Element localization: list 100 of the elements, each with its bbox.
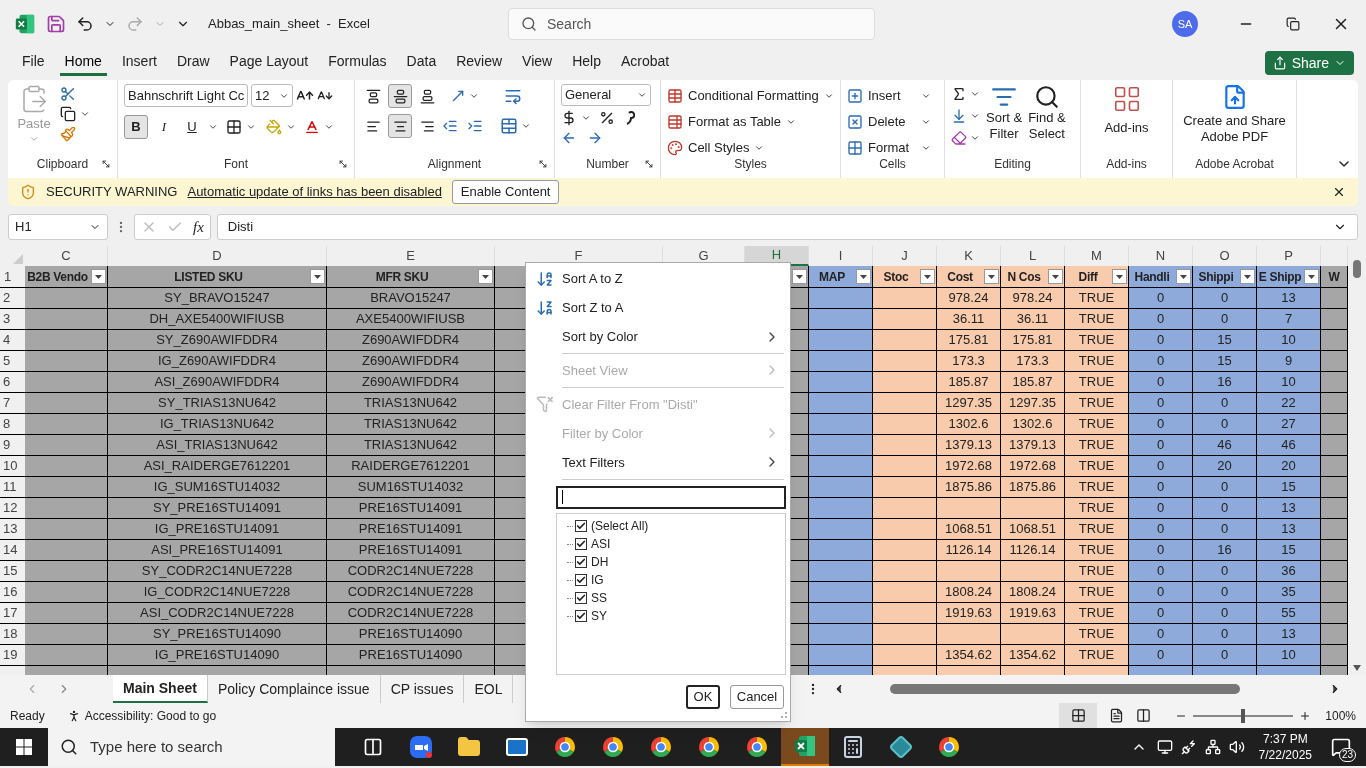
filter-value-checkbox[interactable]: DH	[575, 553, 609, 571]
clock[interactable]: 7:37 PM 7/22/2025	[1254, 731, 1316, 763]
notification-button[interactable]: 23	[1326, 732, 1356, 762]
name-box[interactable]: H1	[8, 214, 108, 240]
search-field[interactable]: Search	[508, 8, 875, 40]
undo-icon[interactable]	[76, 15, 94, 33]
currency-icon[interactable]	[561, 110, 577, 126]
zoom-in-icon[interactable]	[1299, 709, 1312, 722]
insert-function-button[interactable]: fx	[193, 215, 204, 239]
filter-button[interactable]	[1240, 269, 1255, 284]
sort-filter-button[interactable]: Sort & Filter	[986, 84, 1023, 146]
decrease-indent-icon[interactable]	[442, 118, 458, 134]
page-break-icon[interactable]	[1136, 708, 1152, 723]
battery-icon[interactable]	[1180, 739, 1197, 755]
filter-button[interactable]	[478, 269, 493, 284]
borders-icon[interactable]	[226, 119, 242, 135]
filter-value-checkbox[interactable]: SS	[575, 589, 607, 607]
folder-icon[interactable]	[457, 735, 481, 759]
scroll-down-icon[interactable]	[1353, 665, 1361, 671]
filter-value-checkbox[interactable]: IG	[575, 571, 604, 589]
filter-button[interactable]	[1048, 269, 1063, 284]
font-style-button[interactable]: I	[152, 115, 176, 139]
fill-color-icon[interactable]	[266, 119, 282, 135]
spreadsheet-app-icon[interactable]	[793, 734, 817, 758]
add-ins-button[interactable]: Add-ins	[1087, 84, 1166, 138]
copy-icon[interactable]	[60, 106, 76, 122]
resize-grip-icon[interactable]	[780, 711, 788, 719]
menu-item[interactable]: Sort A to Z	[526, 264, 790, 293]
menu-tab[interactable]: Insert	[116, 50, 162, 76]
mail-icon[interactable]	[505, 735, 529, 759]
filter-value-checkbox[interactable]: ASI	[575, 535, 611, 553]
accessibility-status[interactable]: Accessibility: Good to go	[84, 706, 217, 725]
close-icon[interactable]	[1332, 185, 1346, 199]
comma-style-icon[interactable]	[625, 111, 635, 125]
cancel-button[interactable]: Cancel	[730, 685, 784, 709]
start-icon[interactable]	[16, 739, 32, 755]
formula-field[interactable]: Disti	[216, 214, 1358, 240]
volume-icon[interactable]	[1228, 739, 1245, 755]
menu-tab[interactable]: Page Layout	[224, 50, 314, 76]
task-view-icon[interactable]	[363, 737, 383, 757]
menu-tab[interactable]: Data	[401, 50, 442, 76]
filter-button[interactable]	[792, 269, 807, 284]
menu-tab[interactable]: Help	[567, 50, 606, 76]
number-format-field[interactable]: General	[561, 84, 651, 106]
diamond-app-icon[interactable]	[889, 735, 913, 759]
dialog-launcher-icon[interactable]	[101, 159, 111, 169]
sheet-tab[interactable]: Main Sheet	[113, 675, 208, 703]
filter-button[interactable]	[310, 269, 325, 284]
spreadsheet-app-icon[interactable]	[14, 13, 36, 35]
font-name-field[interactable]: Bahnschrift Light Cc	[124, 84, 248, 107]
menu-tab[interactable]: Home	[59, 50, 107, 76]
taskbar-search-field[interactable]: Type here to search	[48, 728, 335, 766]
normal-view-icon[interactable]	[1070, 708, 1086, 723]
menu-tab[interactable]: Draw	[171, 50, 215, 76]
fill-icon[interactable]	[951, 108, 967, 124]
zoom-slider[interactable]	[1193, 708, 1294, 723]
dialog-launcher-icon[interactable]	[538, 159, 548, 169]
menu-tab[interactable]: Review	[451, 50, 508, 76]
enable-content-button[interactable]: Enable Content	[451, 180, 560, 204]
filter-value-checkbox[interactable]: SY	[575, 607, 607, 625]
menu-tab[interactable]: Acrobat	[615, 50, 675, 76]
warning-link[interactable]: Automatic update of links has been disabled	[187, 182, 442, 202]
browser-icon[interactable]	[745, 735, 769, 759]
menu-item[interactable]: Text Filters	[526, 447, 790, 477]
filter-button[interactable]	[1176, 269, 1191, 284]
filter-button[interactable]	[1112, 269, 1127, 284]
avatar[interactable]: SA	[1172, 11, 1198, 37]
share-button[interactable]: Share	[1264, 51, 1354, 75]
filter-button[interactable]	[920, 269, 935, 284]
increase-decimal-icon[interactable]	[561, 130, 577, 146]
increase-indent-icon[interactable]	[467, 118, 483, 134]
cells-command[interactable]: Insert	[847, 84, 931, 107]
zoom-level[interactable]: 100%	[1325, 706, 1356, 725]
eraser-icon[interactable]	[951, 130, 967, 146]
create-pdf-button[interactable]: Create and Share Adobe PDF	[1179, 84, 1290, 145]
decrease-decimal-icon[interactable]	[587, 130, 603, 146]
font-color-icon[interactable]	[304, 119, 320, 135]
filter-button[interactable]	[1304, 269, 1319, 284]
browser-icon[interactable]	[697, 735, 721, 759]
calculator-icon[interactable]	[841, 735, 865, 759]
font-size-field[interactable]: 12	[251, 84, 293, 107]
font-style-button[interactable]: U	[180, 115, 204, 139]
browser-icon[interactable]	[649, 735, 673, 759]
styles-command[interactable]: Conditional Formatting	[667, 84, 834, 107]
video-app-icon[interactable]	[409, 735, 433, 759]
horizontal-align-button[interactable]	[388, 114, 412, 138]
menu-tab[interactable]: View	[517, 50, 558, 76]
network-icon[interactable]	[1204, 739, 1221, 755]
orientation-icon[interactable]	[450, 88, 466, 104]
cells-command[interactable]: Format	[847, 136, 931, 159]
menu-tab[interactable]: File	[17, 50, 50, 76]
dialog-launcher-icon[interactable]	[644, 159, 654, 169]
page-layout-icon[interactable]	[1109, 708, 1125, 723]
merge-icon[interactable]	[500, 117, 518, 135]
filter-button[interactable]	[91, 269, 106, 284]
filter-value-checkbox[interactable]: (Select All)	[575, 517, 649, 535]
vertical-align-button[interactable]	[388, 84, 412, 108]
cells-command[interactable]: Delete	[847, 110, 931, 133]
monitor-icon[interactable]	[1156, 739, 1173, 755]
percent-icon[interactable]	[599, 110, 615, 126]
